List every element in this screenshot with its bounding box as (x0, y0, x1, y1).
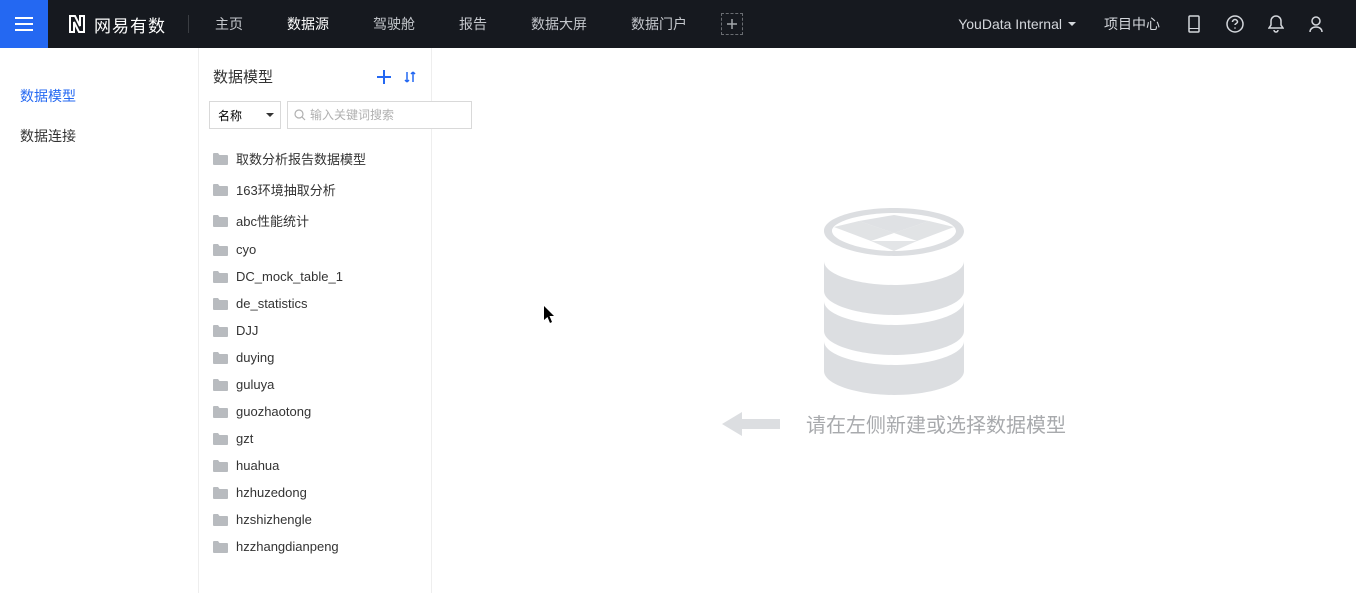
plus-icon (727, 19, 737, 29)
sort-button[interactable] (403, 70, 417, 84)
folder-label: DC_mock_table_1 (236, 269, 343, 284)
nav-cockpit[interactable]: 驾驶舱 (351, 0, 437, 48)
folder-label: de_statistics (236, 296, 308, 311)
header-right: YouData Internal 项目中心 (944, 0, 1356, 48)
folder-icon (213, 487, 228, 499)
nav-bigscreen[interactable]: 数据大屏 (509, 0, 609, 48)
help-icon-button[interactable] (1214, 0, 1256, 48)
select-label: 名称 (218, 107, 242, 124)
nav-datasource[interactable]: 数据源 (265, 0, 351, 48)
folder-icon (213, 271, 228, 283)
folder-label: gzt (236, 431, 253, 446)
tree-item[interactable]: 163环境抽取分析 (199, 174, 431, 205)
folder-label: guozhaotong (236, 404, 311, 419)
plus-icon (377, 70, 391, 84)
panel-search: 名称 (199, 101, 431, 139)
empty-database-icon (799, 203, 989, 403)
folder-icon (213, 244, 228, 256)
tree-item[interactable]: DC_mock_table_1 (199, 263, 431, 290)
folder-icon (213, 379, 228, 391)
tree-item[interactable]: cyo (199, 236, 431, 263)
notification-icon-button[interactable] (1256, 0, 1296, 48)
tree-item[interactable]: duying (199, 344, 431, 371)
folder-label: duying (236, 350, 274, 365)
main-nav: 主页 数据源 驾驶舱 报告 数据大屏 数据门户 (193, 0, 743, 48)
nav-add-button[interactable] (721, 13, 743, 35)
nav-report[interactable]: 报告 (437, 0, 509, 48)
add-model-button[interactable] (377, 70, 391, 84)
folder-label: guluya (236, 377, 274, 392)
divider (188, 15, 189, 33)
tree-item[interactable]: gzt (199, 425, 431, 452)
help-icon (1226, 15, 1244, 33)
tree-item[interactable]: hzzhangdianpeng (199, 533, 431, 560)
project-center-link[interactable]: 项目中心 (1090, 0, 1174, 48)
panel-header: 数据模型 (199, 48, 431, 101)
folder-label: cyo (236, 242, 256, 257)
folder-label: abc性能统计 (236, 211, 309, 230)
project-selector[interactable]: YouData Internal (944, 0, 1090, 48)
folder-label: 取数分析报告数据模型 (236, 149, 366, 168)
tree-item[interactable]: huahua (199, 452, 431, 479)
leftnav: 数据模型 数据连接 (0, 48, 198, 593)
content-area: 请在左侧新建或选择数据模型 (432, 48, 1356, 593)
logo-icon (66, 13, 88, 35)
user-icon (1308, 15, 1324, 33)
search-input[interactable] (310, 108, 465, 122)
search-type-select[interactable]: 名称 (209, 101, 281, 129)
hamburger-icon (15, 17, 33, 31)
tree-item[interactable]: hzhuzedong (199, 479, 431, 506)
panel-title: 数据模型 (213, 66, 273, 87)
tree-item[interactable]: hzshizhengle (199, 506, 431, 533)
folder-icon (213, 433, 228, 445)
search-icon (294, 109, 306, 121)
folder-label: 163环境抽取分析 (236, 180, 336, 199)
logo-text: 网易有数 (94, 12, 166, 37)
folder-label: huahua (236, 458, 279, 473)
logo[interactable]: 网易有数 (48, 12, 184, 37)
mobile-icon (1186, 15, 1202, 33)
folder-icon (213, 541, 228, 553)
folder-icon (213, 298, 228, 310)
search-box (287, 101, 472, 129)
folder-icon (213, 406, 228, 418)
leftnav-data-connection[interactable]: 数据连接 (20, 116, 178, 156)
mobile-icon-button[interactable] (1174, 0, 1214, 48)
bell-icon (1268, 15, 1284, 33)
tree-item[interactable]: 取数分析报告数据模型 (199, 143, 431, 174)
top-header: 网易有数 主页 数据源 驾驶舱 报告 数据大屏 数据门户 YouData Int… (0, 0, 1356, 48)
folder-icon (213, 352, 228, 364)
folder-label: hzhuzedong (236, 485, 307, 500)
folder-tree[interactable]: 取数分析报告数据模型 163环境抽取分析 abc性能统计 cyo DC_mock_tab… (199, 139, 431, 593)
folder-label: hzshizhengle (236, 512, 312, 527)
model-panel: 数据模型 名称 取数分析报告数据模型 163环境抽取分析 abc性能统计 cyo DC_… (198, 48, 432, 593)
tree-item[interactable]: DJJ (199, 317, 431, 344)
tree-item[interactable]: guluya (199, 371, 431, 398)
folder-label: DJJ (236, 323, 258, 338)
leftnav-data-model[interactable]: 数据模型 (20, 76, 178, 116)
empty-state-text: 请在左侧新建或选择数据模型 (806, 409, 1066, 438)
folder-icon (213, 460, 228, 472)
folder-icon (213, 184, 228, 196)
nav-home[interactable]: 主页 (193, 0, 265, 48)
folder-icon (213, 215, 228, 227)
tree-item[interactable]: abc性能统计 (199, 205, 431, 236)
main-area: 数据模型 数据连接 数据模型 名称 取数分析报告数据模型163 (0, 48, 1356, 593)
arrow-left-icon (722, 410, 780, 438)
folder-label: hzzhangdianpeng (236, 539, 339, 554)
panel-actions (377, 70, 417, 84)
tree-item[interactable]: guozhaotong (199, 398, 431, 425)
user-icon-button[interactable] (1296, 0, 1336, 48)
nav-portal[interactable]: 数据门户 (609, 0, 709, 48)
menu-toggle[interactable] (0, 0, 48, 48)
sort-icon (403, 70, 417, 84)
folder-icon (213, 325, 228, 337)
folder-icon (213, 153, 228, 165)
folder-icon (213, 514, 228, 526)
tree-item[interactable]: de_statistics (199, 290, 431, 317)
